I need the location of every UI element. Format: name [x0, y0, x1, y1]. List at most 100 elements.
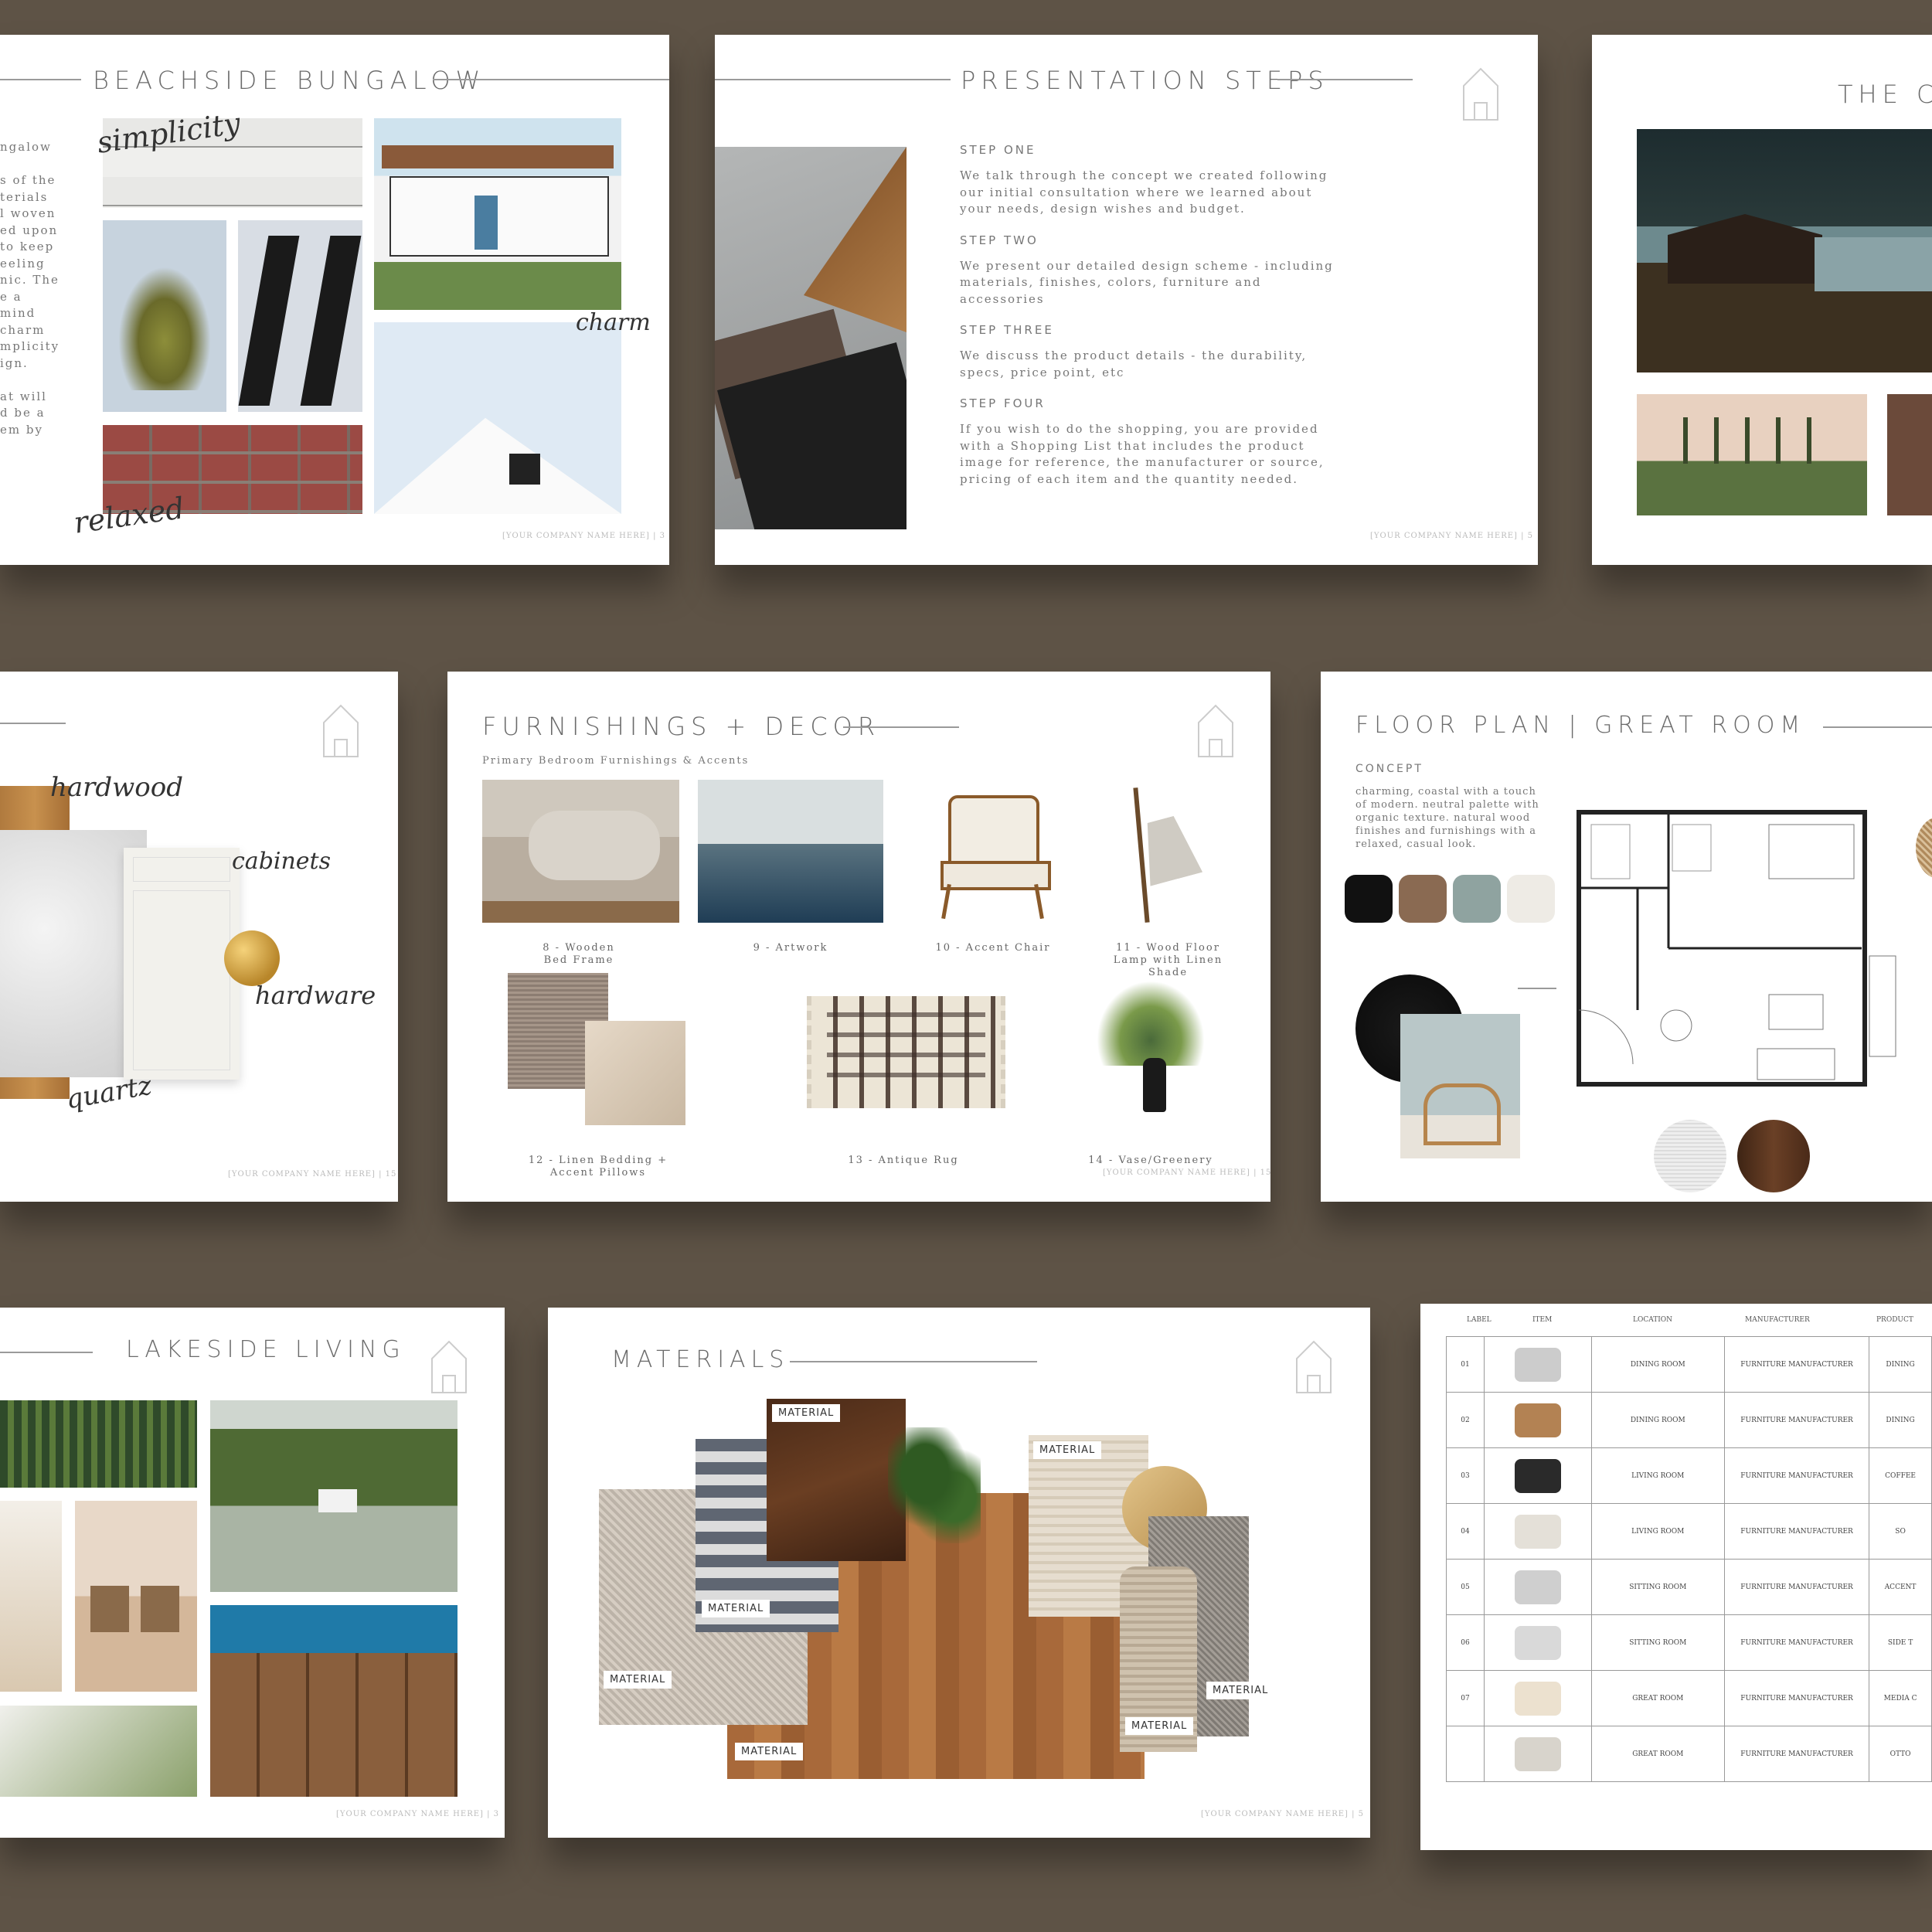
slide-kitchen-materials[interactable]: hardwood cabinets hardware quartz [YOUR …: [0, 672, 398, 1202]
footer: [YOUR COMPANY NAME HERE] | 3: [336, 1810, 500, 1818]
table-cell: DINING ROOM: [1590, 1392, 1726, 1448]
step-text: We discuss the product details - the dur…: [960, 349, 1308, 379]
table-cell: FURNITURE MANUFACTURER: [1723, 1503, 1870, 1560]
title-rule: [843, 726, 959, 728]
table-cell: FURNITURE MANUFACTURER: [1723, 1726, 1870, 1782]
body-line: [0, 156, 62, 173]
column-header: ITEM: [1532, 1316, 1553, 1324]
slide-title: THE CL: [1838, 80, 1932, 109]
title-rule-right: [433, 79, 669, 80]
body-line: l woven: [0, 206, 56, 220]
body-line: ngalow: [0, 140, 52, 154]
step-item: STEP ONE We talk through the concept we c…: [960, 143, 1346, 218]
slide-presentation-steps[interactable]: PRESENTATION STEPS STEP ONE We talk throu…: [715, 35, 1538, 565]
caption-lamp: 11 - Wood Floor Lamp with Linen Shade: [1113, 942, 1223, 978]
rattan-circle: [1916, 817, 1932, 879]
title-rule-right: [1277, 79, 1413, 80]
caption-bed: 8 - Wooden Bed Frame: [543, 942, 615, 966]
material-tag-3: MATERIAL: [604, 1671, 672, 1689]
material-tag-2: MATERIAL: [702, 1600, 770, 1617]
slide-title: BEACHSIDE BUNGALOW: [93, 66, 486, 95]
tropical-house-photo: [1637, 129, 1932, 372]
table-cell: FURNITURE MANUFACTURER: [1723, 1559, 1870, 1615]
table-cell: 02: [1446, 1392, 1485, 1448]
house-logo-icon: [1463, 67, 1498, 121]
chair-photo: [1400, 1014, 1520, 1158]
cabinet-door-swatch: [124, 848, 240, 1080]
slide-product-schedule[interactable]: LABEL ITEM LOCATION MANUFACTURER PRODUCT 01 D…: [1420, 1304, 1932, 1850]
table-cell: DINING ROOM: [1590, 1336, 1726, 1393]
materials-flatlay-photo: [715, 147, 906, 529]
material-tag-4: MATERIAL: [1033, 1441, 1102, 1459]
word-hardwood: hardwood: [50, 772, 183, 803]
table-cell: SITTING ROOM: [1590, 1559, 1726, 1615]
column-header: MANUFACTURER: [1745, 1316, 1810, 1324]
slide-beachside-bungalow[interactable]: BEACHSIDE BUNGALOW ngalow s of the terials…: [0, 35, 669, 565]
footer: [YOUR COMPANY NAME HERE] | 15: [1103, 1168, 1270, 1177]
item-thumbnail: [1483, 1614, 1592, 1671]
accent-chair-photo: [933, 787, 1053, 923]
table-row: 03 LIVING ROOM FURNITURE MANUFACTURER COFFE…: [1446, 1447, 1932, 1504]
caption-chair: 10 - Accent Chair: [935, 942, 1051, 954]
antique-rug-photo: [807, 996, 1005, 1108]
item-thumbnail: [1483, 1336, 1592, 1393]
slide-lakeside-living[interactable]: LAKESIDE LIVING [YOUR COMPANY NAME HERE]…: [0, 1308, 505, 1838]
color-swatches: [1345, 875, 1555, 923]
concept-text: charming, coastal with a touch of modern…: [1355, 786, 1539, 850]
table-row: 02 DINING ROOM FURNITURE MANUFACTURER DININ…: [1446, 1392, 1932, 1448]
table-cell: 07: [1446, 1670, 1485, 1726]
table-cell: DINING: [1869, 1336, 1932, 1393]
table-cell: 03: [1446, 1447, 1485, 1504]
slide-furnishings-decor[interactable]: FURNISHINGS + DECOR Primary Bedroom Furn…: [447, 672, 1270, 1202]
white-wood-circle: [1654, 1120, 1726, 1192]
body-line: em by: [0, 422, 43, 437]
step-heading: STEP FOUR: [960, 396, 1046, 410]
table-cell: FURNITURE MANUFACTURER: [1723, 1392, 1870, 1448]
dock-photo: [210, 1605, 457, 1797]
table-cell: FURNITURE MANUFACTURER: [1723, 1670, 1870, 1726]
caption-artwork: 9 - Artwork: [753, 942, 828, 954]
item-thumbnail: [1483, 1670, 1592, 1726]
table-cell: COFFEE: [1869, 1447, 1932, 1504]
item-thumbnail-icon: [1514, 1347, 1561, 1382]
divider-rule: [1518, 988, 1556, 989]
vase-greenery-photo: [1089, 981, 1213, 1112]
footer: [YOUR COMPANY NAME HERE] | 15: [228, 1170, 397, 1179]
table-row: 04 LIVING ROOM FURNITURE MANUFACTURER SO: [1446, 1503, 1932, 1560]
body-line: mplicity: [0, 339, 60, 353]
step-item: STEP FOUR If you wish to do the shopping,…: [960, 396, 1346, 488]
caption-vase: 14 - Vase/Greenery: [1088, 1155, 1213, 1166]
greenery-photo: [0, 1706, 197, 1797]
table-cell: SO: [1869, 1503, 1932, 1560]
patio-photo: [75, 1501, 197, 1692]
table-cell: SIDE T: [1869, 1614, 1932, 1671]
leather-swatch: [767, 1399, 906, 1561]
table-cell: FURNITURE MANUFACTURER: [1723, 1614, 1870, 1671]
slide-floor-plan[interactable]: FLOOR PLAN | GREAT ROOM CONCEPT charming…: [1321, 672, 1932, 1202]
section-subtitle: Primary Bedroom Furnishings & Accents: [482, 755, 750, 767]
color-swatch: [1345, 875, 1393, 923]
body-line: eeling: [0, 256, 46, 270]
step-text: We present our detailed design scheme - …: [960, 258, 1334, 306]
word-hardware: hardware: [255, 981, 376, 1010]
slide-the-cl[interactable]: THE CL: [1592, 35, 1932, 565]
palm-photo: [103, 220, 226, 412]
column-header: PRODUCT: [1876, 1316, 1913, 1324]
item-thumbnail-icon: [1514, 1570, 1561, 1604]
leaf-sprig: [888, 1427, 981, 1543]
table-cell: 04: [1446, 1503, 1485, 1560]
title-rule: [790, 1361, 1037, 1362]
item-thumbnail-icon: [1514, 1514, 1561, 1549]
step-heading: STEP THREE: [960, 323, 1054, 337]
step-text: If you wish to do the shopping, you are …: [960, 422, 1325, 486]
table-cell: LIVING ROOM: [1590, 1503, 1726, 1560]
body-line: [0, 372, 62, 389]
body-line: s of the: [0, 173, 56, 187]
caption-bedding: 12 - Linen Bedding + Accent Pillows: [528, 1155, 668, 1179]
table-cell: 06: [1446, 1614, 1485, 1671]
slide-materials[interactable]: MATERIALS MATERIAL MATERIAL MATERIAL MAT…: [548, 1308, 1370, 1838]
table-cell: MEDIA C: [1869, 1670, 1932, 1726]
item-thumbnail: [1483, 1392, 1592, 1448]
item-thumbnail: [1483, 1726, 1592, 1782]
linen-bedding-photo: [508, 973, 685, 1128]
